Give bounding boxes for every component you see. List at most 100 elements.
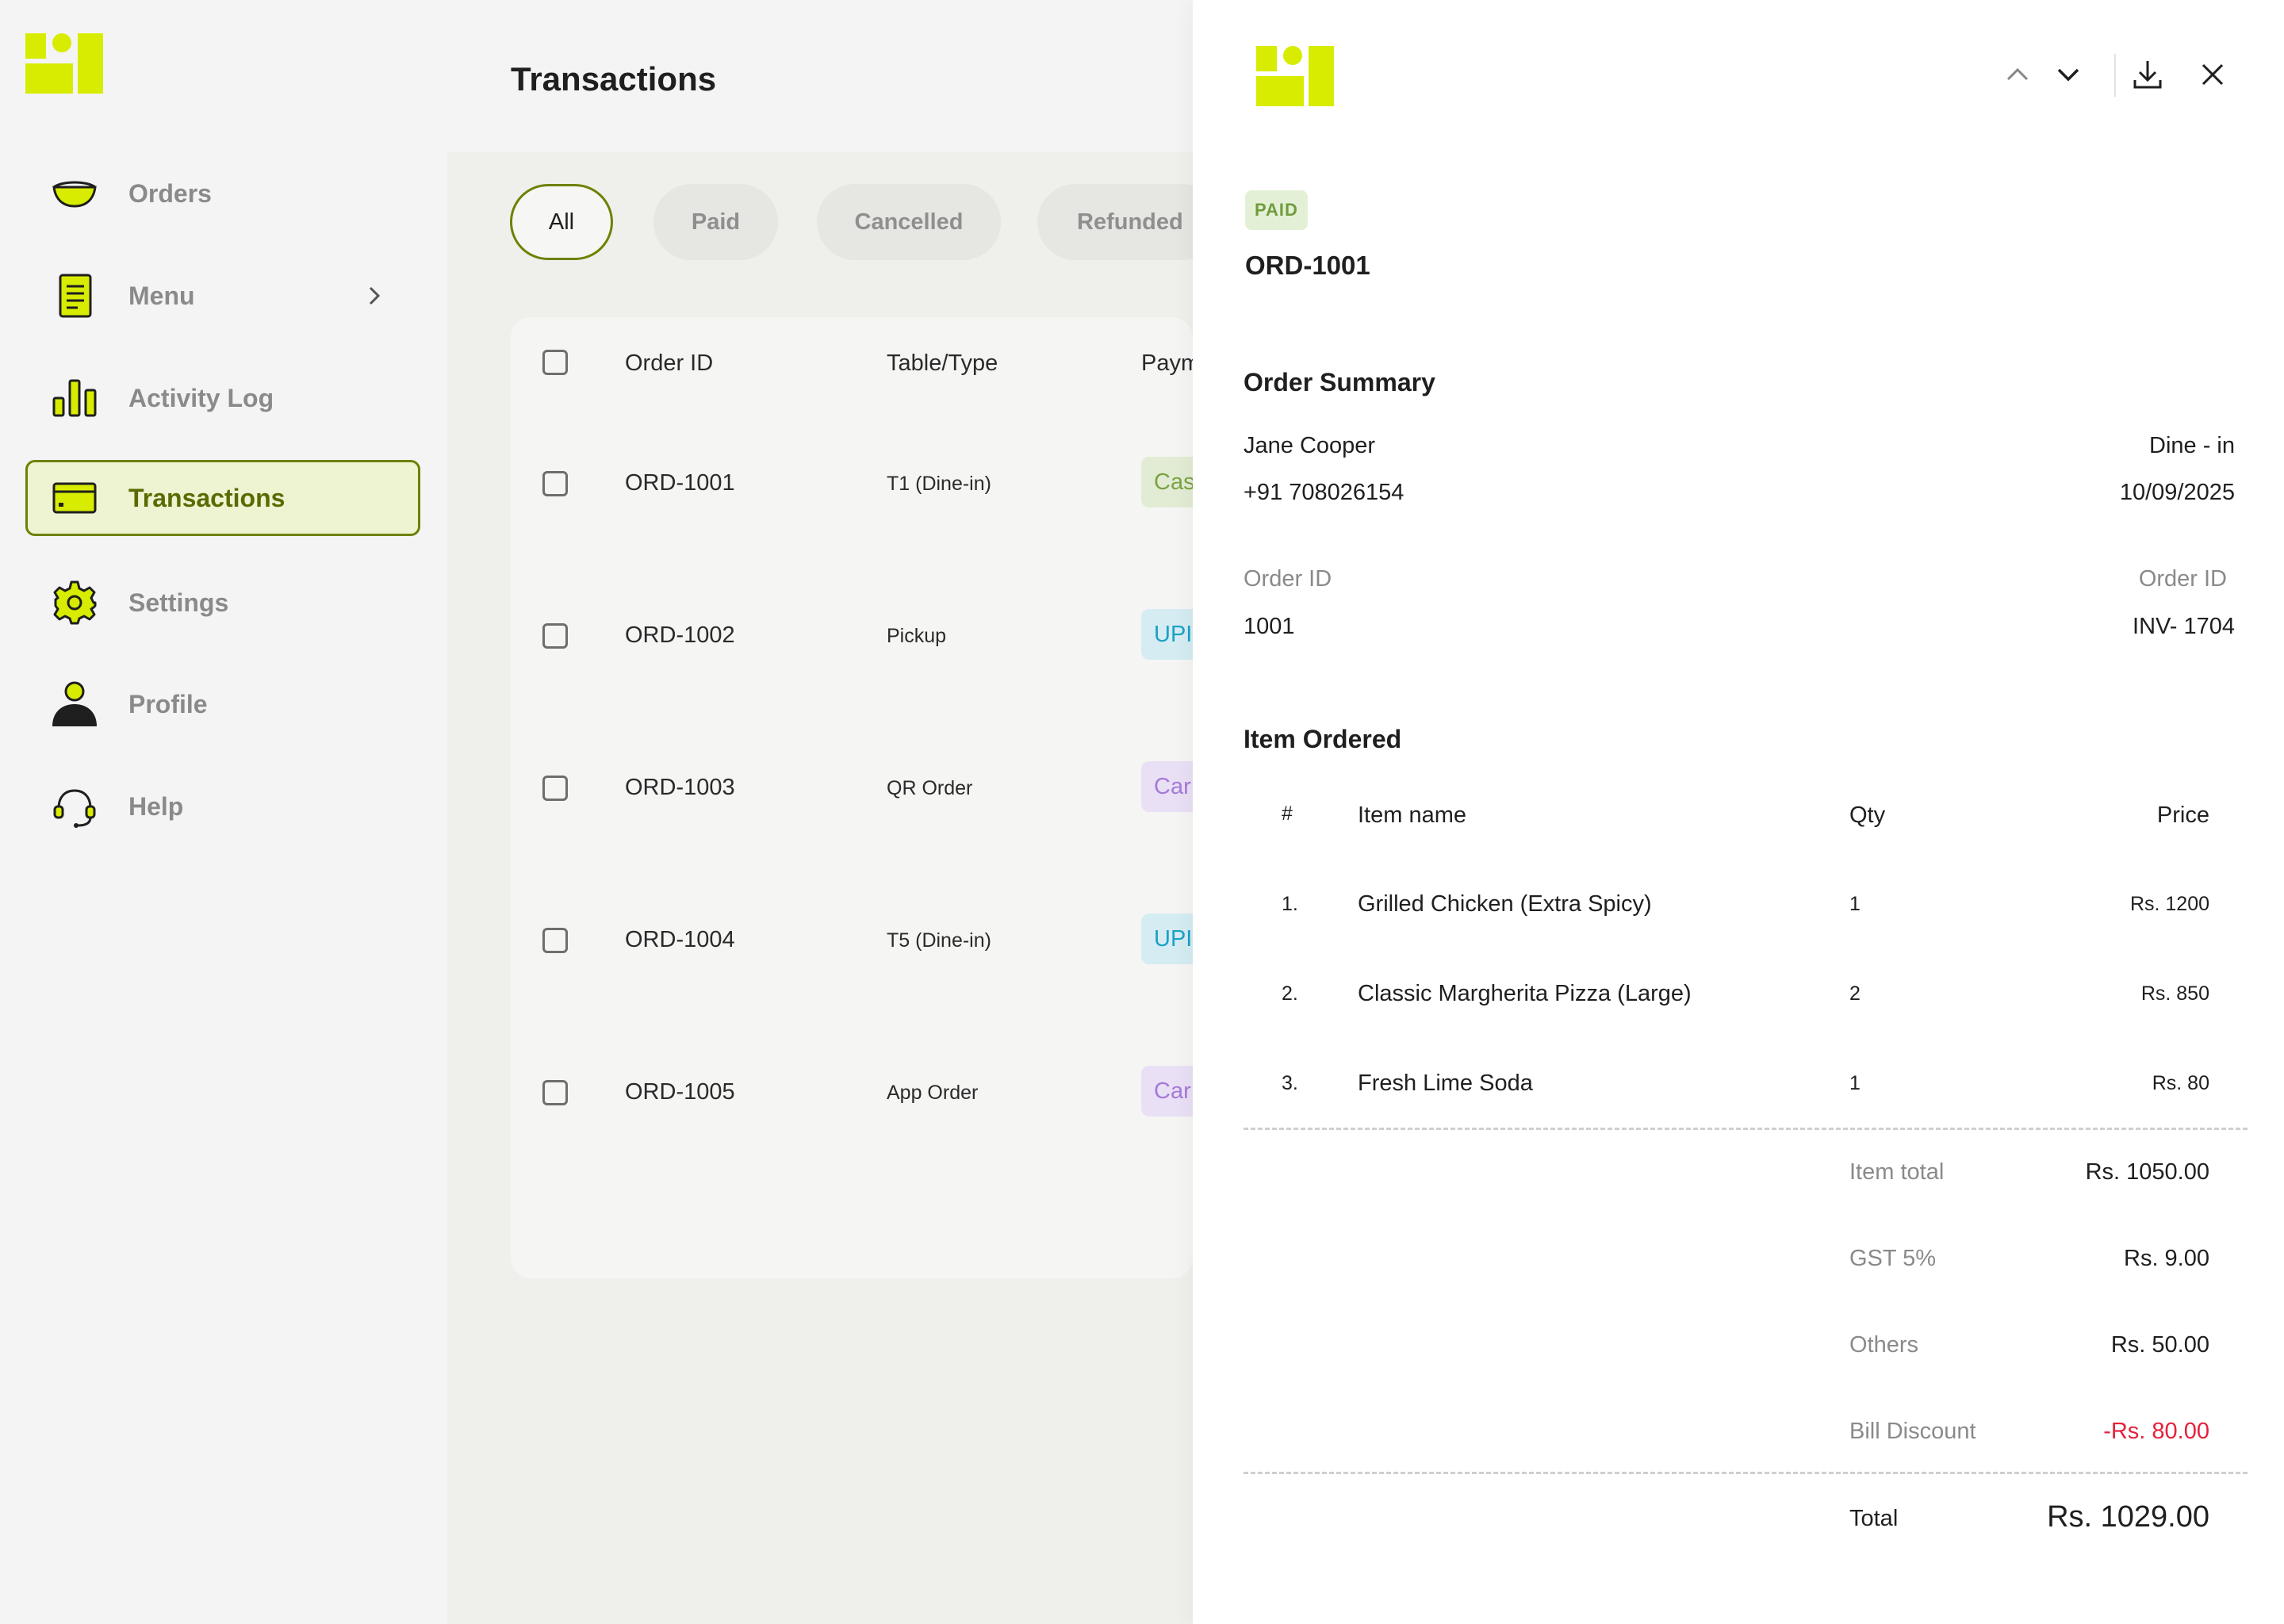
total-value: Rs. 1029.00 [2047,1500,2209,1534]
item-number: 1. [1282,893,1298,915]
divider [1244,1128,2248,1130]
sidebar-item-profile[interactable]: Profile [25,666,420,742]
tab-paid[interactable]: Paid [653,184,778,260]
sidebar-item-label: Activity Log [128,383,274,412]
close-drawer-button[interactable] [2194,56,2232,94]
column-header-order-id: Order ID [625,350,714,376]
table-type: T5 (Dine-in) [887,929,991,952]
discount-value: -Rs. 80.00 [2103,1419,2209,1444]
item-name: Grilled Chicken (Extra Spicy) [1358,891,1652,917]
tab-cancelled[interactable]: Cancelled [817,184,1001,260]
order-detail-drawer: PAID ORD-1001 Order Summary Jane Cooper … [1193,0,2284,1624]
invoice-value: INV- 1704 [2133,614,2235,639]
order-date: 10/09/2025 [2119,480,2235,505]
total-label: Total [1849,1506,1899,1531]
brand-logo-icon [1256,46,1334,106]
status-badge: PAID [1245,190,1308,230]
payment-badge: Cas [1141,457,1193,508]
item-name: Classic Margherita Pizza (Large) [1358,981,1692,1006]
order-id: ORD-1002 [625,622,735,648]
item-price: Rs. 1200 [2129,893,2209,915]
item-column-number: # [1282,802,1293,825]
payment-badge: UPI [1141,914,1193,964]
bowl-icon [52,181,97,208]
order-id: ORD-1003 [625,775,735,800]
chevron-down-icon [2057,68,2079,82]
item-price: Rs. 80 [2152,1072,2209,1094]
download-icon [2133,61,2162,89]
sidebar-item-menu[interactable]: Menu [25,258,420,334]
table-type: App Order [887,1082,979,1104]
order-id: ORD-1005 [625,1079,735,1105]
sidebar-item-help[interactable]: Help [25,768,420,845]
order-id-value: 1001 [1244,614,1295,639]
next-order-button[interactable] [2049,56,2087,94]
row-checkbox[interactable] [542,471,568,496]
headset-icon [53,789,96,828]
menu-list-icon [59,274,92,318]
transactions-table: Order ID Table/Type Paym ORD-1001 T1 (Di… [511,317,1193,1278]
gear-icon [53,580,97,625]
drawer-order-id: ORD-1001 [1245,251,1370,280]
table-type: QR Order [887,777,973,799]
sidebar-item-label: Help [128,791,184,821]
previous-order-button[interactable] [1998,56,2037,94]
column-header-table-type: Table/Type [887,350,998,376]
order-type: Dine - in [2149,433,2235,458]
column-header-payment: Paym [1141,350,1193,376]
sidebar-item-label: Menu [128,281,195,310]
item-total-value: Rs. 1050.00 [2085,1159,2209,1185]
order-summary-title: Order Summary [1244,368,1435,396]
sidebar-item-activity-log[interactable]: Activity Log [25,360,420,436]
order-id: ORD-1004 [625,927,735,952]
page-title: Transactions [511,60,717,98]
others-label: Others [1849,1332,1919,1358]
item-qty: 2 [1849,982,1861,1005]
tab-all[interactable]: All [510,184,613,260]
payment-badge: Car [1141,1066,1193,1116]
sidebar-item-transactions[interactable]: Transactions [25,460,420,536]
close-icon [2202,63,2224,86]
select-all-checkbox[interactable] [542,350,568,375]
divider [1244,1472,2248,1474]
item-column-name: Item name [1358,802,1466,828]
row-checkbox[interactable] [542,928,568,953]
item-price: Rs. 850 [2140,982,2209,1005]
item-qty: 1 [1849,1072,1861,1094]
table-type: T1 (Dine-in) [887,473,991,495]
discount-label: Bill Discount [1849,1419,1976,1444]
chevron-up-icon [2006,67,2029,81]
download-button[interactable] [2129,56,2167,94]
customer-name: Jane Cooper [1244,433,1376,458]
sidebar-item-settings[interactable]: Settings [25,565,420,641]
others-value: Rs. 50.00 [2110,1332,2209,1358]
item-name: Fresh Lime Soda [1358,1071,1533,1096]
user-icon [52,681,97,726]
sidebar-item-label: Orders [128,178,212,208]
payment-badge: UPI [1141,609,1193,660]
order-id-label: Order ID [1244,566,1332,592]
sidebar-item-orders[interactable]: Orders [25,155,420,232]
sidebar-item-label: Settings [128,588,229,617]
row-checkbox[interactable] [542,623,568,649]
invoice-label: Order ID [2138,566,2227,592]
gst-value: Rs. 9.00 [2124,1246,2209,1271]
order-id: ORD-1001 [625,470,735,496]
sidebar-item-label: Profile [128,689,208,718]
gst-label: GST 5% [1849,1246,1937,1271]
item-total-label: Item total [1849,1159,1945,1185]
sidebar-item-label: Transactions [128,483,286,512]
chevron-right-icon[interactable] [363,285,385,307]
sidebar: Orders Menu Activity Log Transactions Se… [0,0,447,1624]
item-column-qty: Qty [1849,802,1886,828]
row-checkbox[interactable] [542,776,568,801]
brand-logo-icon [25,33,103,94]
item-column-price: Price [2156,802,2209,828]
card-icon [52,482,97,514]
item-qty: 1 [1849,893,1861,915]
item-number: 3. [1282,1072,1298,1094]
toolbar-divider [2114,54,2116,97]
items-ordered-title: Item Ordered [1244,725,1402,753]
customer-phone: +91 708026154 [1244,480,1405,505]
row-checkbox[interactable] [542,1080,568,1105]
